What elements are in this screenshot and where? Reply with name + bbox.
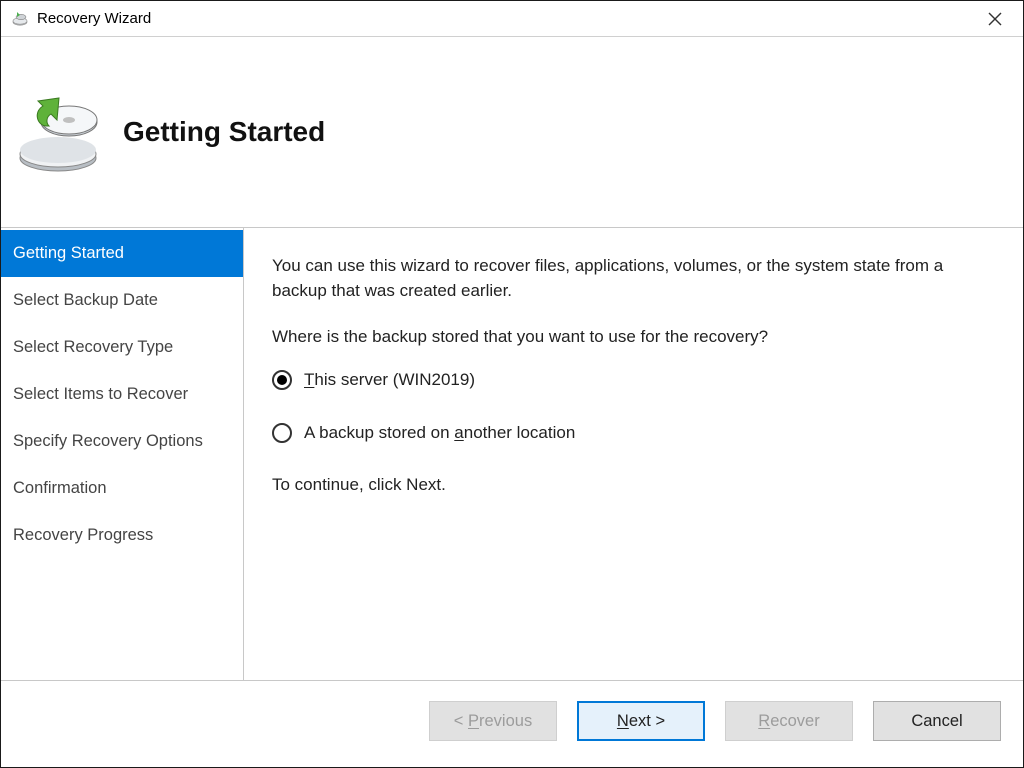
recovery-wizard-window: Recovery Wizard Getting Started G bbox=[0, 0, 1024, 768]
step-recovery-progress: Recovery Progress bbox=[1, 512, 243, 559]
recover-button: Recover bbox=[725, 701, 853, 741]
radio-label: This server (WIN2019) bbox=[304, 368, 475, 393]
previous-button: < Previous bbox=[429, 701, 557, 741]
step-specify-recovery-options: Specify Recovery Options bbox=[1, 418, 243, 465]
wizard-body: Getting Started Select Backup Date Selec… bbox=[1, 228, 1023, 680]
close-icon bbox=[988, 12, 1002, 26]
question-text: Where is the backup stored that you want… bbox=[272, 325, 993, 350]
app-icon bbox=[11, 10, 29, 28]
next-button[interactable]: Next > bbox=[577, 701, 705, 741]
cancel-button[interactable]: Cancel bbox=[873, 701, 1001, 741]
radio-another-location[interactable]: A backup stored on another location bbox=[272, 421, 993, 446]
radio-icon bbox=[272, 423, 292, 443]
radio-label: A backup stored on another location bbox=[304, 421, 575, 446]
wizard-content: You can use this wizard to recover files… bbox=[244, 228, 1023, 680]
intro-text: You can use this wizard to recover files… bbox=[272, 254, 993, 303]
continue-text: To continue, click Next. bbox=[272, 473, 993, 498]
close-button[interactable] bbox=[975, 5, 1015, 33]
window-title: Recovery Wizard bbox=[37, 10, 151, 27]
recovery-large-icon bbox=[13, 84, 109, 180]
wizard-steps-sidebar: Getting Started Select Backup Date Selec… bbox=[1, 228, 243, 680]
wizard-header: Getting Started bbox=[1, 37, 1023, 227]
wizard-footer: < Previous Next > Recover Cancel bbox=[1, 680, 1023, 767]
step-select-items-to-recover: Select Items to Recover bbox=[1, 371, 243, 418]
step-select-recovery-type: Select Recovery Type bbox=[1, 324, 243, 371]
step-select-backup-date: Select Backup Date bbox=[1, 277, 243, 324]
titlebar: Recovery Wizard bbox=[1, 1, 1023, 37]
radio-icon bbox=[272, 370, 292, 390]
radio-this-server[interactable]: This server (WIN2019) bbox=[272, 368, 993, 393]
step-confirmation: Confirmation bbox=[1, 465, 243, 512]
page-title: Getting Started bbox=[123, 116, 325, 148]
step-getting-started[interactable]: Getting Started bbox=[1, 230, 243, 277]
